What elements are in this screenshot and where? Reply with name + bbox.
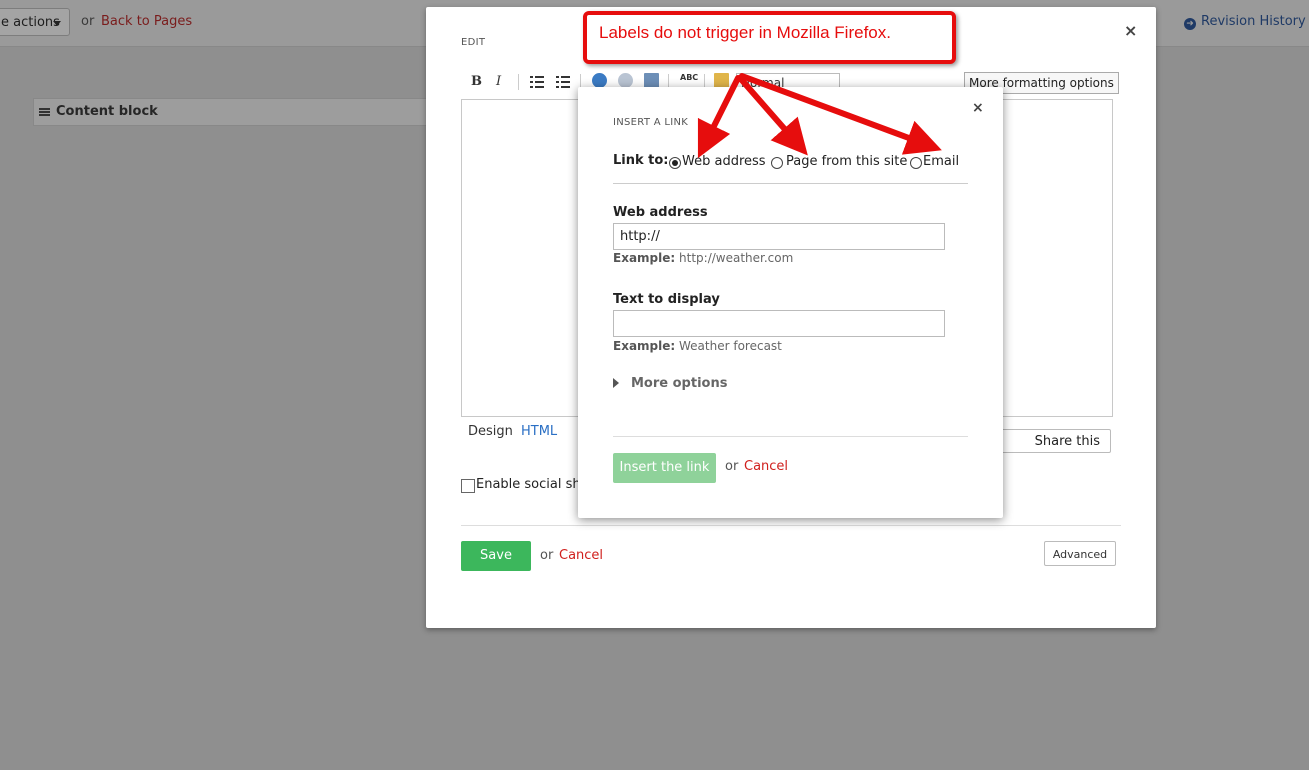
arrow-circle-icon: ➜: [1184, 18, 1196, 30]
toolbar-divider: [518, 74, 519, 90]
annotation-text: Labels do not trigger in Mozilla Firefox…: [599, 23, 891, 42]
divider: [461, 525, 1121, 526]
insert-image-icon[interactable]: [644, 73, 659, 88]
radio-email[interactable]: [910, 157, 922, 169]
share-content-button[interactable]: Share this content: [990, 429, 1111, 453]
dialog-title: INSERT A LINK: [613, 117, 689, 128]
triangle-right-icon: [613, 378, 619, 388]
content-block-header[interactable]: Content block: [33, 98, 433, 126]
page-actions-dropdown[interactable]: e actions: [0, 8, 70, 36]
italic-button[interactable]: I: [496, 71, 501, 93]
insert-link-icon[interactable]: [592, 73, 607, 88]
bold-button[interactable]: B: [471, 71, 482, 93]
more-options-label: More options: [631, 376, 728, 391]
example-text: Weather forecast: [679, 339, 782, 353]
cancel-link[interactable]: Cancel: [559, 548, 603, 563]
back-to-pages-link[interactable]: Back to Pages: [101, 14, 192, 29]
social-sharing-label[interactable]: Enable social sharing: [476, 477, 586, 492]
radio-label-web-address[interactable]: Web address: [682, 154, 766, 169]
or-text: or: [725, 459, 739, 474]
or-text: or: [81, 14, 95, 29]
unlink-icon[interactable]: [618, 73, 633, 88]
web-address-input[interactable]: [613, 223, 945, 250]
example-prefix: Example:: [613, 339, 676, 353]
radio-label-email[interactable]: Email: [923, 154, 959, 169]
divider: [613, 436, 968, 437]
drag-handle-icon[interactable]: [39, 108, 50, 116]
annotation-callout: Labels do not trigger in Mozilla Firefox…: [583, 11, 956, 64]
modal-title: EDIT: [461, 37, 486, 48]
paste-icon[interactable]: [714, 73, 729, 88]
example-text: http://weather.com: [679, 251, 794, 265]
cancel-link[interactable]: Cancel: [744, 459, 788, 474]
text-to-display-label: Text to display: [613, 292, 720, 307]
close-icon[interactable]: ×: [972, 100, 984, 116]
example-prefix: Example:: [613, 251, 676, 265]
tab-html[interactable]: HTML: [521, 424, 557, 439]
content-block-title: Content block: [56, 104, 158, 119]
advanced-button[interactable]: Advanced: [1044, 541, 1116, 566]
more-options-toggle[interactable]: More options: [613, 376, 727, 391]
or-text: or: [540, 548, 554, 563]
web-address-label: Web address: [613, 205, 708, 220]
insert-link-dialog: INSERT A LINK × Link to: Web address Pag…: [578, 87, 1003, 518]
save-button[interactable]: Save: [461, 541, 531, 571]
unordered-list-icon[interactable]: [556, 71, 570, 93]
radio-web-address[interactable]: [669, 157, 681, 169]
page-actions-label: e actions: [1, 15, 60, 30]
social-sharing-checkbox[interactable]: [461, 479, 475, 493]
radio-page-from-site[interactable]: [771, 157, 783, 169]
caret-down-icon: [53, 21, 61, 26]
ordered-list-icon[interactable]: [530, 71, 544, 93]
web-address-example: Example: http://weather.com: [613, 251, 793, 265]
text-to-display-example: Example: Weather forecast: [613, 339, 782, 353]
link-to-label: Link to:: [613, 153, 669, 168]
revision-history-link[interactable]: ➜ Revision History: [1184, 14, 1306, 30]
radio-label-page-from-site[interactable]: Page from this site: [786, 154, 907, 169]
text-to-display-input[interactable]: [613, 310, 945, 337]
insert-link-button[interactable]: Insert the link: [613, 453, 716, 483]
divider: [613, 183, 968, 184]
close-icon[interactable]: ×: [1124, 21, 1137, 40]
revision-history-label: Revision History: [1201, 14, 1306, 29]
tab-design[interactable]: Design: [468, 424, 513, 439]
